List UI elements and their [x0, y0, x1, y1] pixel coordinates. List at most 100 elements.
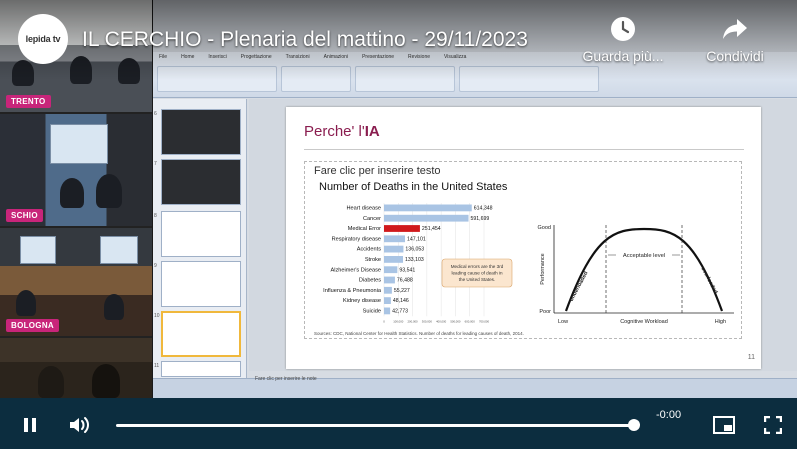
y-top-label: Good	[538, 225, 551, 231]
x-right-label: High	[715, 319, 726, 325]
x-axis-label: Cognitive Workload	[620, 319, 668, 325]
bar	[384, 297, 391, 304]
x-left-label: Low	[558, 319, 568, 325]
video-player[interactable]: TRENTO SCHIO BOLOGNA File Home Inserisci Pr…	[0, 0, 797, 449]
slide-thumbnail[interactable]	[161, 159, 241, 205]
x-tick-label: 400,000	[436, 319, 447, 323]
slide-number: 11	[747, 354, 755, 361]
annotation-text: leading cause of death in	[451, 271, 503, 276]
y-bottom-label: Poor	[539, 309, 551, 315]
category-label: Alzheimer's Disease	[331, 267, 382, 273]
annotation-text: the United States.	[459, 277, 496, 282]
camera-label-trento: TRENTO	[6, 95, 51, 108]
slide: Perche' l'IA Fare clic per inserire test…	[286, 107, 761, 369]
ppt-tab[interactable]: Presentazione	[362, 54, 394, 63]
fullscreen-icon[interactable]	[763, 415, 783, 439]
center-label: Acceptable level	[623, 253, 665, 259]
workload-curve-chart: Acceptable level Good Poor Low High Cognitive…	[538, 225, 734, 325]
category-label: Heart disease	[346, 206, 381, 212]
slide-thumbnail-selected[interactable]	[161, 311, 241, 357]
pause-icon[interactable]	[22, 417, 38, 438]
value-label: 48,146	[393, 298, 409, 304]
x-tick-label: 600,000	[465, 319, 476, 323]
ppt-tab[interactable]: Transizioni	[286, 54, 310, 63]
volume-icon[interactable]	[68, 415, 90, 440]
camera-label-schio: SCHIO	[6, 209, 43, 222]
left-zone-label: underloaded	[569, 271, 590, 303]
bar	[384, 245, 404, 253]
picture-in-picture-icon[interactable]	[713, 416, 735, 439]
ppt-tabs: File Home Inserisci Progettazione Transizion…	[159, 54, 466, 63]
share-arrow-icon	[685, 16, 785, 42]
bar	[384, 204, 472, 212]
camera-feed-schio: SCHIO	[0, 114, 152, 226]
category-label: Cancer	[363, 216, 381, 222]
slide-canvas: Perche' l'IA Fare clic per inserire test…	[249, 99, 797, 371]
slide-thumbnail[interactable]	[161, 109, 241, 155]
camera-label-bologna: BOLOGNA	[6, 319, 59, 332]
x-tick-label: 0	[383, 319, 385, 323]
slide-thumbnail[interactable]	[161, 361, 241, 377]
value-label: 614,348	[474, 206, 493, 212]
y-axis-label: Performance	[540, 253, 546, 285]
ppt-tab[interactable]: File	[159, 54, 167, 63]
slide-thumbnails: 6 7 8 9 10 11	[153, 99, 247, 379]
ppt-tab[interactable]: Visualizza	[444, 54, 466, 63]
category-label: Diabetes	[359, 278, 381, 284]
category-label: Accidents	[357, 247, 381, 253]
value-label: 42,773	[392, 309, 408, 315]
value-label: 93,541	[399, 267, 415, 273]
chart-source: Sources: CDC, National Center for Health…	[314, 331, 524, 336]
category-label: Suicide	[363, 309, 381, 315]
video-title[interactable]: IL CERCHIO - Plenaria del mattino - 29/1…	[82, 28, 528, 52]
camera-feed-trento: TRENTO	[0, 0, 152, 112]
right-zone-label: overloaded	[699, 266, 718, 295]
annotation-text: Medical errors are the 3rd	[451, 264, 504, 269]
share-button[interactable]: Condividi	[685, 16, 785, 64]
x-tick-label: 100,000	[393, 319, 404, 323]
bar	[384, 214, 469, 222]
value-label: 136,053	[405, 247, 424, 253]
ppt-tab[interactable]: Home	[181, 54, 194, 63]
value-label: 133,103	[405, 257, 424, 263]
bar-chart-title: Number of Deaths in the United States	[319, 181, 508, 193]
camera-feed-bologna: BOLOGNA	[0, 228, 152, 336]
ppt-tab[interactable]: Progettazione	[241, 54, 272, 63]
value-label: 591,699	[471, 216, 490, 222]
value-label: 55,227	[394, 288, 410, 294]
slide-thumbnail[interactable]	[161, 211, 241, 257]
time-remaining: -0:00	[656, 409, 682, 421]
category-label: Kidney disease	[343, 298, 381, 304]
slide-thumbnail[interactable]	[161, 261, 241, 307]
bar	[384, 307, 391, 315]
x-tick-label: 500,000	[450, 319, 461, 323]
ppt-tab[interactable]: Animazioni	[324, 54, 348, 63]
bar	[384, 225, 420, 232]
x-tick-label: 200,000	[408, 319, 419, 323]
category-label: Stroke	[365, 257, 381, 263]
x-tick-label: 700,000	[479, 319, 490, 323]
category-label: Influenza & Pneumonia	[323, 288, 382, 294]
performance-curve	[564, 227, 724, 312]
channel-logo[interactable]: lepida tv	[18, 14, 68, 64]
watch-later-label: Guarda più...	[582, 48, 664, 64]
category-label: Respiratory disease	[332, 236, 381, 242]
camera-column: TRENTO SCHIO BOLOGNA	[0, 0, 152, 398]
bar	[384, 266, 398, 274]
progress-bar[interactable]	[116, 424, 634, 427]
ppt-tab[interactable]: Revisione	[408, 54, 430, 63]
bar	[384, 235, 406, 243]
value-label: 251,454	[422, 226, 441, 232]
annotation: Medical errors are the 3rd leading cause …	[441, 258, 513, 288]
watch-later-button[interactable]: Guarda più...	[573, 16, 673, 64]
ppt-tab[interactable]: Inserisci	[208, 54, 226, 63]
value-label: 76,488	[397, 278, 413, 284]
x-tick-label: 300,000	[422, 319, 433, 323]
placeholder-text: Fare clic per inserire testo	[314, 165, 441, 177]
slide-title: Perche' l'IA	[304, 123, 380, 140]
share-label: Condividi	[706, 48, 764, 64]
progress-knob[interactable]	[628, 419, 640, 431]
camera-feed-4	[0, 338, 152, 398]
notes-pane[interactable]: Fare clic per inserire le note	[249, 376, 797, 386]
clock-icon	[573, 16, 673, 42]
